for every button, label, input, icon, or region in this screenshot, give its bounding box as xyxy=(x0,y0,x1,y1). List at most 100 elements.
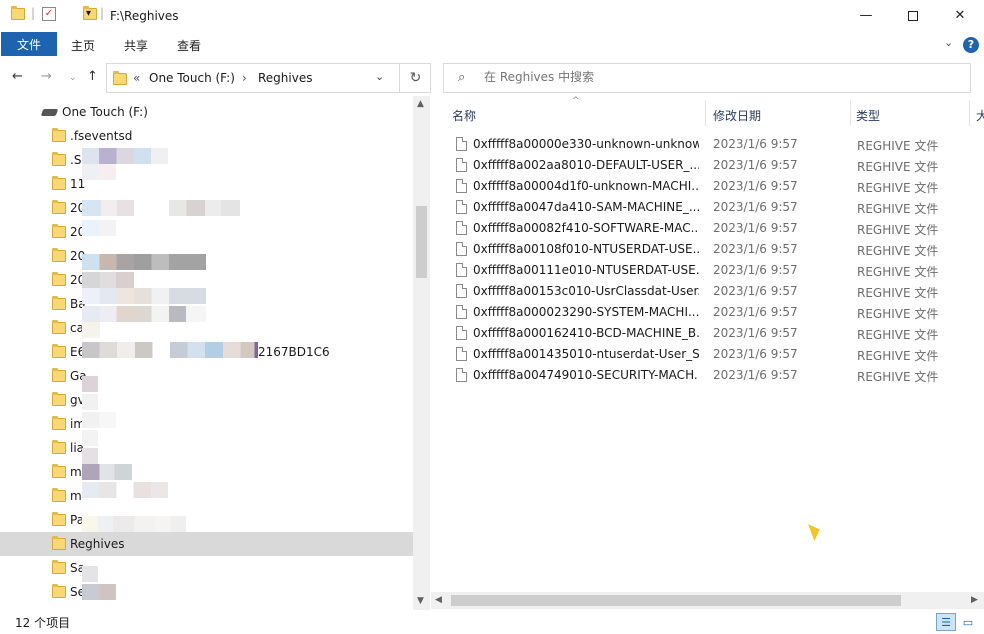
breadcrumb-current[interactable]: Reghives xyxy=(258,71,312,85)
file-icon xyxy=(456,347,467,361)
properties-icon[interactable]: ✓ xyxy=(42,7,56,21)
details-view-button[interactable]: ☰ xyxy=(936,613,956,631)
file-row[interactable]: 0xfffff8a000023290-SYSTEM-MACHI... 2023/1… xyxy=(452,302,972,323)
tree-item[interactable]: im xyxy=(0,412,413,436)
column-header-size[interactable]: 大 xyxy=(976,107,984,135)
column-separator[interactable] xyxy=(850,100,851,126)
file-icon xyxy=(456,284,467,298)
forward-button[interactable]: → xyxy=(41,69,52,84)
file-name: 0xfffff8a00004d1f0-unknown-MACHI... xyxy=(473,179,699,193)
recent-locations-icon[interactable]: ⌄ xyxy=(69,73,77,83)
scroll-left-icon[interactable]: ◀ xyxy=(435,595,442,605)
tree-item[interactable]: gv xyxy=(0,388,413,412)
tab-file[interactable]: 文件 xyxy=(1,32,57,56)
tree-item[interactable]: m xyxy=(0,460,413,484)
maximize-button[interactable] xyxy=(890,0,936,31)
tree-item[interactable]: Pa xyxy=(0,508,413,532)
file-icon xyxy=(456,200,467,214)
tree-item[interactable]: Sa xyxy=(0,556,413,580)
search-input[interactable] xyxy=(484,70,954,84)
tree-item[interactable]: .fseventsd xyxy=(0,124,413,148)
file-name: 0xfffff8a00082f410-SOFTWARE-MAC... xyxy=(473,221,699,235)
tree-item[interactable]: Se xyxy=(0,580,413,604)
help-icon[interactable]: ? xyxy=(963,37,979,53)
column-header-name[interactable]: 名称 xyxy=(452,107,476,135)
breadcrumb-overflow[interactable]: « xyxy=(133,71,140,85)
tree-item-label: Reghives xyxy=(70,537,125,551)
folder-icon xyxy=(52,560,66,574)
scroll-right-icon[interactable]: ▶ xyxy=(971,595,978,605)
tree-item[interactable]: 11 xyxy=(0,172,413,196)
tree-item[interactable]: lia xyxy=(0,436,413,460)
file-row[interactable]: 0xfffff8a00153c010-UsrClassdat-User... 20… xyxy=(452,281,972,302)
scrollbar-thumb[interactable] xyxy=(416,206,427,278)
breadcrumb-separator[interactable]: › xyxy=(242,71,247,85)
folder-icon xyxy=(52,488,66,502)
folder-icon xyxy=(52,440,66,454)
file-row[interactable]: 0xfffff8a001435010-ntuserdat-User_S... 20… xyxy=(452,344,972,365)
file-date: 2023/1/6 9:57 xyxy=(713,305,798,319)
file-row[interactable]: 0xfffff8a00004d1f0-unknown-MACHI... 2023/… xyxy=(452,176,972,197)
redacted-region xyxy=(82,148,168,164)
file-row[interactable]: 0xfffff8a002aa8010-DEFAULT-USER_... 2023/… xyxy=(452,155,972,176)
column-separator[interactable] xyxy=(969,100,970,126)
navigation-pane-scrollbar[interactable]: ▲ ▼ xyxy=(413,96,430,610)
file-row[interactable]: 0xfffff8a004749010-SECURITY-MACH... 2023/… xyxy=(452,365,972,386)
folder-icon xyxy=(113,71,127,85)
file-row[interactable]: 0xfffff8a000162410-BCD-MACHINE_B... 2023/… xyxy=(452,323,972,344)
folder-icon xyxy=(52,176,66,190)
file-date: 2023/1/6 9:57 xyxy=(713,242,798,256)
refresh-button[interactable]: ↻ xyxy=(399,64,431,92)
file-icon xyxy=(456,137,467,151)
back-button[interactable]: ← xyxy=(12,69,23,84)
folder-icon xyxy=(52,584,66,598)
tab-home[interactable]: 主页 xyxy=(71,37,95,54)
file-row[interactable]: 0xfffff8a00000e330-unknown-unknow... 2023… xyxy=(452,134,972,155)
file-date: 2023/1/6 9:57 xyxy=(713,263,798,277)
tree-item[interactable]: ca xyxy=(0,316,413,340)
file-type: REGHIVE 文件 xyxy=(857,265,939,279)
expand-ribbon-icon[interactable]: ⌄ xyxy=(944,36,953,49)
file-type: REGHIVE 文件 xyxy=(857,370,939,384)
redacted-region xyxy=(82,306,206,322)
file-type: REGHIVE 文件 xyxy=(857,307,939,321)
search-box[interactable]: ⌕ xyxy=(443,63,971,93)
column-separator[interactable] xyxy=(705,100,706,126)
tree-item[interactable]: m xyxy=(0,484,413,508)
tree-item[interactable]: 20 xyxy=(0,220,413,244)
folder-icon xyxy=(52,392,66,406)
file-row[interactable]: 0xfffff8a00108f010-NTUSERDAT-USE... 2023/… xyxy=(452,239,972,260)
address-dropdown-icon[interactable]: ⌄ xyxy=(375,70,384,83)
scrollbar-thumb[interactable] xyxy=(451,595,901,606)
file-row[interactable]: 0xfffff8a00111e010-NTUSERDAT-USE... 2023/… xyxy=(452,260,972,281)
column-header-date[interactable]: 修改日期 xyxy=(713,107,761,135)
up-button[interactable]: ↑ xyxy=(87,69,98,84)
horizontal-scrollbar[interactable]: ◀ ▶ xyxy=(431,592,984,609)
file-row[interactable]: 0xfffff8a0047da410-SAM-MACHINE_... 2023/1… xyxy=(452,197,972,218)
breadcrumb-drive[interactable]: One Touch (F:) xyxy=(149,71,235,85)
tree-item[interactable]: Reghives xyxy=(0,532,413,556)
folder-icon xyxy=(52,152,66,166)
tree-item[interactable]: 20 xyxy=(0,244,413,268)
tab-share[interactable]: 共享 xyxy=(124,37,148,54)
tab-view[interactable]: 查看 xyxy=(177,37,201,54)
column-header-type[interactable]: 类型 xyxy=(856,107,880,135)
file-type: REGHIVE 文件 xyxy=(857,181,939,195)
drive-icon xyxy=(40,109,59,116)
tree-item[interactable]: Ba xyxy=(0,292,413,316)
tree-item-drive[interactable]: One Touch (F:) xyxy=(0,100,413,124)
scroll-down-icon[interactable]: ▼ xyxy=(417,596,424,606)
redacted-region xyxy=(82,448,98,464)
tree-item[interactable]: .S xyxy=(0,148,413,172)
minimize-button[interactable]: — xyxy=(843,0,889,31)
folder-icon xyxy=(52,368,66,382)
large-icons-view-button[interactable]: ▭ xyxy=(958,613,978,631)
customize-toolbar-icon[interactable]: ▾ xyxy=(86,8,91,19)
tree-item[interactable]: 20 xyxy=(0,268,413,292)
close-button[interactable]: ✕ xyxy=(937,0,983,31)
file-row[interactable]: 0xfffff8a00082f410-SOFTWARE-MAC... 2023/1… xyxy=(452,218,972,239)
tree-item[interactable]: Ga xyxy=(0,364,413,388)
large-icons-view-icon: ▭ xyxy=(962,615,974,629)
scroll-up-icon[interactable]: ▲ xyxy=(417,99,424,109)
address-bar[interactable]: « One Touch (F:) › Reghives ⌄ ↻ xyxy=(106,63,431,93)
